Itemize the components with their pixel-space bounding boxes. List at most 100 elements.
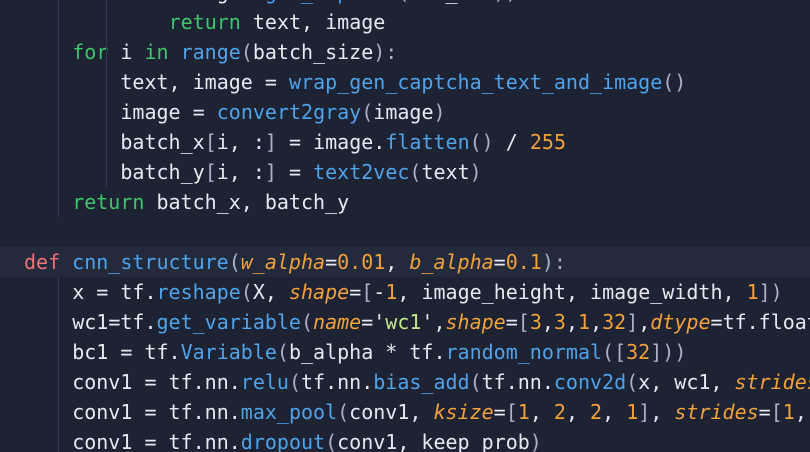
code-token: ] (626, 310, 639, 334)
code-token: name (313, 310, 362, 334)
code-token: 3 (529, 310, 542, 334)
code-token: = (289, 160, 302, 184)
code-token: xxx_bbb (409, 0, 493, 4)
code-token: b_alpha (409, 250, 494, 274)
code-token: wrap_gen_captcha_text_and_image (288, 70, 663, 94)
code-token: , (385, 250, 410, 274)
code-token: batch_x (120, 130, 205, 154)
code-token: cnn_structure (72, 250, 229, 274)
code-line: conv1 = tf.nn.max_pool(conv1, ksize=[1, … (0, 397, 810, 427)
code-token: ( (240, 40, 253, 64)
code-token: image. (301, 130, 386, 154)
indent-guide (58, 277, 60, 452)
code-editor[interactable]: g = gen_captcha(xxx_bbb))return text, im… (0, 0, 810, 452)
code-token: tf.nn. (481, 370, 554, 394)
code-token: tf. (132, 340, 181, 364)
code-token: [ (204, 130, 217, 154)
code-token: ]) (758, 280, 783, 304)
code-token: [ (505, 400, 518, 424)
code-token: wc1 (72, 310, 109, 334)
code-token: / (505, 130, 518, 154)
code-token: ksize (433, 400, 494, 424)
code-token: = (758, 400, 771, 424)
code-token: = (144, 400, 157, 424)
code-token: , (650, 400, 675, 424)
code-token: bias_add (373, 370, 470, 394)
code-token: 1 (517, 400, 530, 424)
code-token: conv2d (553, 370, 627, 394)
code-line: batch_y[i, :] = text2vec(text) (0, 157, 481, 187)
code-token: () (469, 130, 494, 154)
code-line: text, image = wrap_gen_captcha_text_and_… (0, 67, 686, 97)
code-line: x = tf.reshape(X, shape=[-1, image_heigh… (0, 277, 783, 307)
code-token: text2vec (313, 160, 410, 184)
code-token: tf.nn. (156, 430, 241, 452)
code-token: , (638, 310, 651, 334)
code-token: batch_size (252, 40, 374, 64)
code-token: 1 (782, 400, 795, 424)
code-token: ) (529, 430, 542, 452)
code-token: , (794, 400, 807, 424)
code-token: = (144, 430, 157, 452)
code-token: strides (674, 400, 759, 424)
code-token: ( (337, 400, 350, 424)
code-token: = (289, 130, 302, 154)
code-token: )) (494, 0, 518, 4)
code-token: conv1 (72, 400, 145, 424)
code-token: * (385, 340, 398, 364)
code-token: return (168, 10, 241, 34)
code-token: strides (734, 370, 810, 394)
code-line: g = gen_captcha(xxx_bbb)) (24, 0, 518, 7)
code-token: [ (770, 400, 783, 424)
code-token: - (373, 280, 386, 304)
code-token: in (144, 40, 169, 64)
code-token: , (565, 400, 591, 424)
code-token: ( (361, 100, 374, 124)
code-token: def (24, 250, 61, 274)
code-token: x (72, 280, 97, 304)
code-token: , (529, 400, 554, 424)
code-token: for (72, 40, 109, 64)
code-token: ( (469, 370, 482, 394)
code-line: return batch_x, batch_y (0, 187, 349, 217)
code-token: = (108, 310, 121, 334)
code-token: dtype (650, 310, 711, 334)
code-token: ] (638, 400, 651, 424)
code-token: ) (433, 100, 446, 124)
code-token: = (120, 340, 133, 364)
code-token: relu (240, 370, 289, 394)
code-token: shape (445, 310, 506, 334)
code-token: 0.1 (505, 250, 542, 274)
code-token: 1 (578, 310, 591, 334)
code-token: ( (240, 280, 253, 304)
code-token: [ (204, 160, 217, 184)
code-token: , image_height, image_width, (397, 280, 747, 304)
code-token: = (710, 310, 723, 334)
code-token: = (192, 100, 205, 124)
code-token: 32 (602, 310, 627, 334)
code-token: ( (300, 310, 314, 334)
code-line: wc1=tf.get_variable(name='wc1',shape=[3,… (0, 307, 810, 337)
code-token: 3 (553, 310, 566, 334)
code-token: tf.float32 (722, 310, 810, 334)
code-token: X, (252, 280, 289, 304)
code-token: i, : (216, 160, 265, 184)
code-token: flatten (385, 130, 470, 154)
code-line: bc1 = tf.Variable(b_alpha * tf.random_no… (0, 337, 686, 367)
code-token: tf.nn. (156, 370, 241, 394)
code-token: ( (325, 430, 338, 452)
code-token: ' (421, 310, 434, 334)
code-token: ( (276, 340, 289, 364)
code-token: tf. (120, 310, 157, 334)
code-token: ' (373, 310, 386, 334)
code-token: ] (264, 160, 277, 184)
code-token: ( (397, 0, 409, 4)
code-token: gen_captcha (265, 0, 397, 4)
code-token: = (96, 280, 109, 304)
code-token: 255 (529, 130, 566, 154)
code-token: max_pool (240, 400, 338, 424)
code-token: Variable (180, 340, 277, 364)
